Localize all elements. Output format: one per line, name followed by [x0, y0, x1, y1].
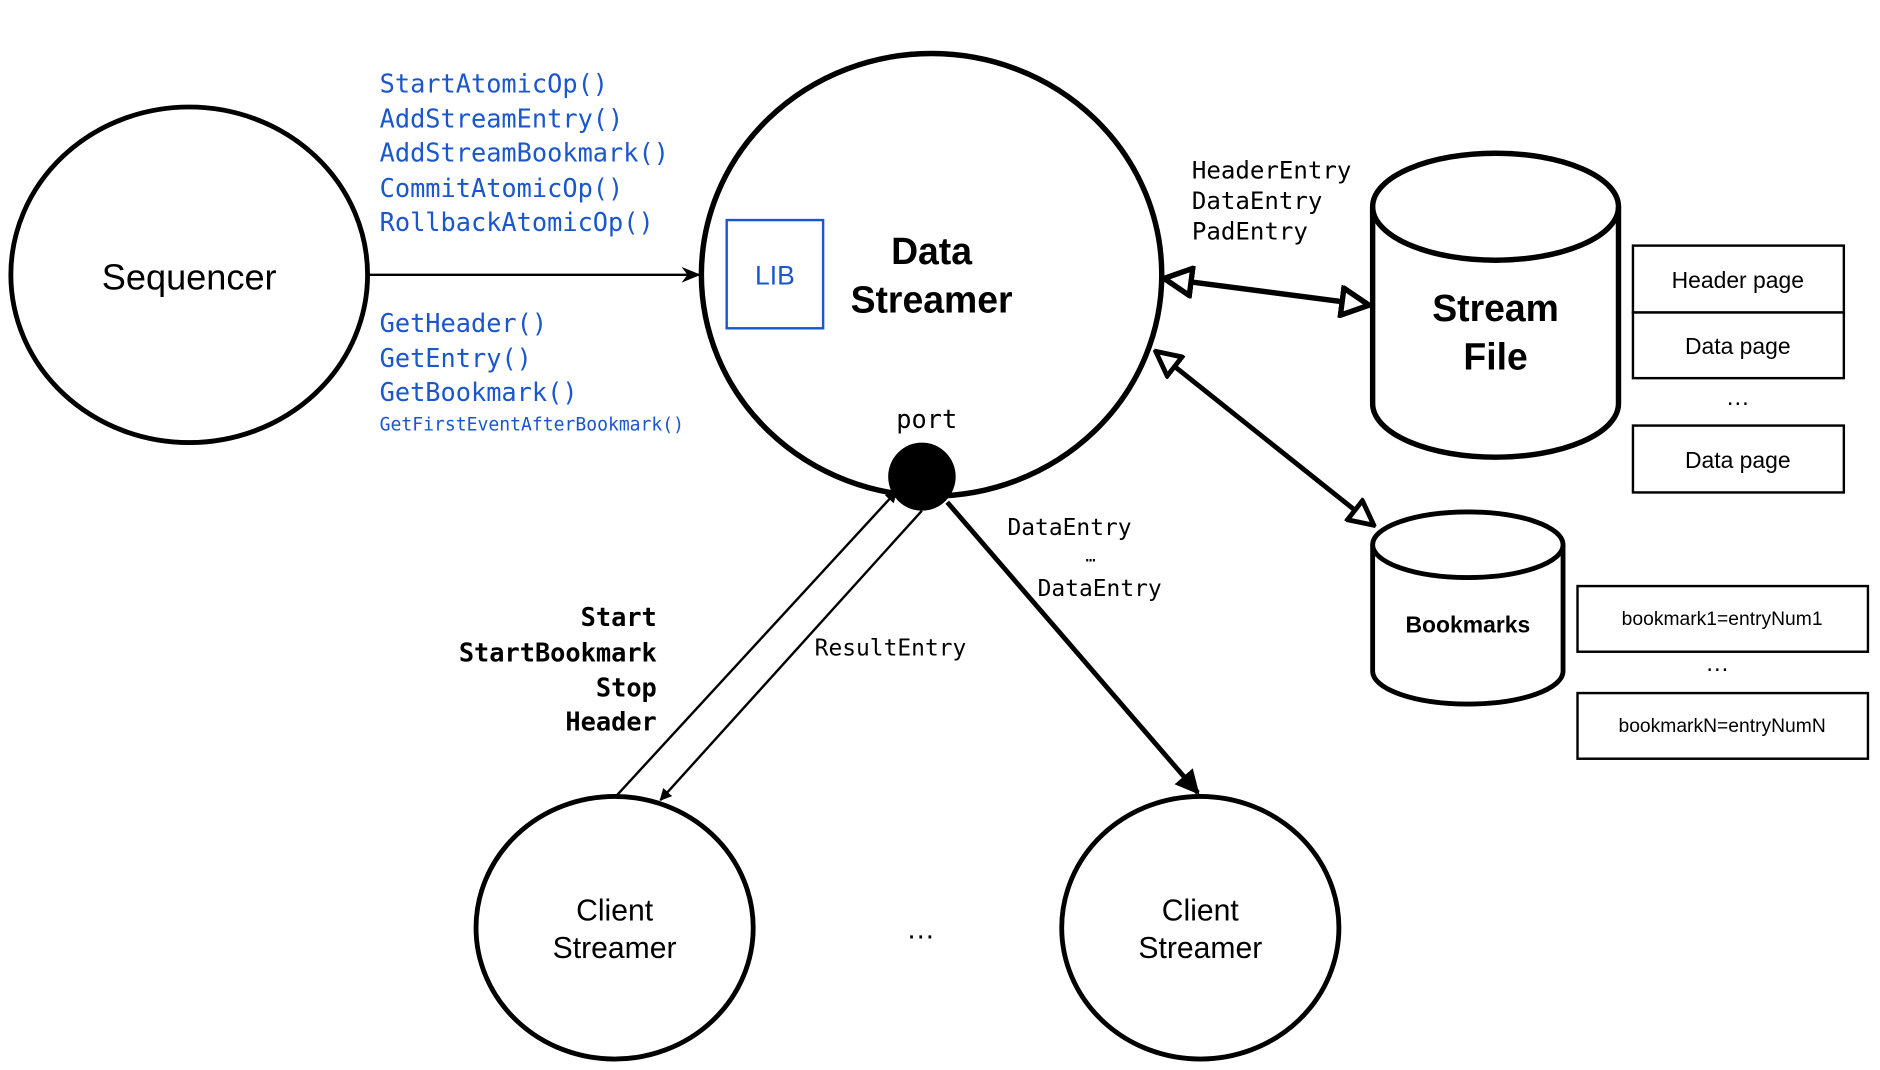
api-call: GetEntry() — [380, 343, 532, 373]
data-stream-labels: DataEntry … DataEntry — [1007, 515, 1161, 602]
page-label: Data page — [1685, 447, 1791, 473]
lib-label: LIB — [755, 260, 795, 290]
bookmark-record: bookmarkN=entryNumN — [1618, 715, 1825, 737]
page-label: Header page — [1672, 267, 1804, 293]
client-streamer-2: Client Streamer — [1059, 793, 1342, 1062]
streamer-streamfile-arrow — [1164, 278, 1369, 305]
data-streamer-node: Data Streamer LIB port — [698, 50, 1165, 511]
bookmarks-node: Bookmarks — [1370, 509, 1566, 707]
port-label: port — [896, 404, 957, 434]
sequencer-read-api: GetHeader() GetEntry() GetBookmark() Get… — [380, 308, 684, 436]
client-streamer-label-line1: Client — [1162, 894, 1240, 927]
port-dot[interactable] — [888, 442, 956, 511]
bookmarks-ellipsis: … — [1705, 650, 1729, 677]
client-command: Start — [581, 602, 657, 632]
stream-file-node: Stream File — [1369, 150, 1622, 460]
client-streamer-label-line1: Client — [576, 894, 654, 927]
data-entry-stream-arrow — [945, 500, 1200, 795]
data-entry-ellipsis: … — [1086, 546, 1096, 566]
api-call: GetBookmark() — [380, 377, 578, 407]
result-entry-label: ResultEntry — [815, 635, 967, 661]
clients-ellipsis: … — [906, 914, 935, 946]
client-command: Header — [565, 707, 656, 737]
bookmarks-cylinder-top — [1370, 509, 1566, 580]
pages-ellipsis: … — [1726, 384, 1750, 411]
client-streamer-label-line2: Streamer — [553, 932, 677, 965]
data-streamer-label-line1: Data — [891, 230, 973, 272]
api-call: CommitAtomicOp() — [380, 173, 624, 203]
streamer-bookmarks-arrow — [1156, 351, 1374, 525]
sequencer-node: Sequencer — [8, 104, 370, 446]
sequencer-write-api: StartAtomicOp() AddStreamEntry() AddStre… — [380, 68, 669, 237]
api-call: GetHeader() — [380, 308, 548, 338]
bookmarks-label: Bookmarks — [1405, 611, 1530, 637]
api-call: StartAtomicOp() — [380, 68, 608, 98]
data-streamer-label-line2: Streamer — [851, 278, 1013, 320]
entry-type: HeaderEntry — [1192, 157, 1352, 185]
architecture-diagram: Sequencer StartAtomicOp() AddStreamEntry… — [8, 50, 1870, 1062]
api-call: GetFirstEventAfterBookmark() — [380, 414, 684, 435]
bookmark-records: bookmark1=entryNum1 … bookmarkN=entryNum… — [1576, 584, 1870, 760]
stream-file-label-line1: Stream — [1432, 287, 1559, 329]
client-streamer-circle — [473, 793, 756, 1062]
client-streamer-label-line2: Streamer — [1138, 932, 1262, 965]
stream-file-pages: Header page Data page … Data page — [1631, 244, 1846, 494]
client-commands: Start StartBookmark Stop Header — [459, 602, 657, 737]
entry-type: DataEntry — [1192, 187, 1323, 215]
data-entry-label: DataEntry — [1038, 576, 1162, 602]
client-streamer-1: Client Streamer — [473, 793, 756, 1062]
entry-type: PadEntry — [1192, 217, 1308, 245]
client-command: StartBookmark — [459, 637, 657, 667]
bookmark-record: bookmark1=entryNum1 — [1622, 608, 1823, 630]
client-command: Stop — [596, 673, 657, 703]
stream-file-entry-types: HeaderEntry DataEntry PadEntry — [1192, 157, 1352, 246]
data-entry-label: DataEntry — [1007, 515, 1131, 541]
page-label: Data page — [1685, 333, 1791, 359]
api-call: RollbackAtomicOp() — [380, 207, 654, 237]
stream-file-label-line2: File — [1463, 335, 1527, 377]
api-call: AddStreamEntry() — [380, 104, 624, 134]
stream-file-cylinder-top — [1369, 150, 1622, 263]
api-call: AddStreamBookmark() — [380, 138, 669, 168]
client-streamer-circle — [1059, 793, 1342, 1062]
sequencer-label: Sequencer — [102, 256, 277, 297]
